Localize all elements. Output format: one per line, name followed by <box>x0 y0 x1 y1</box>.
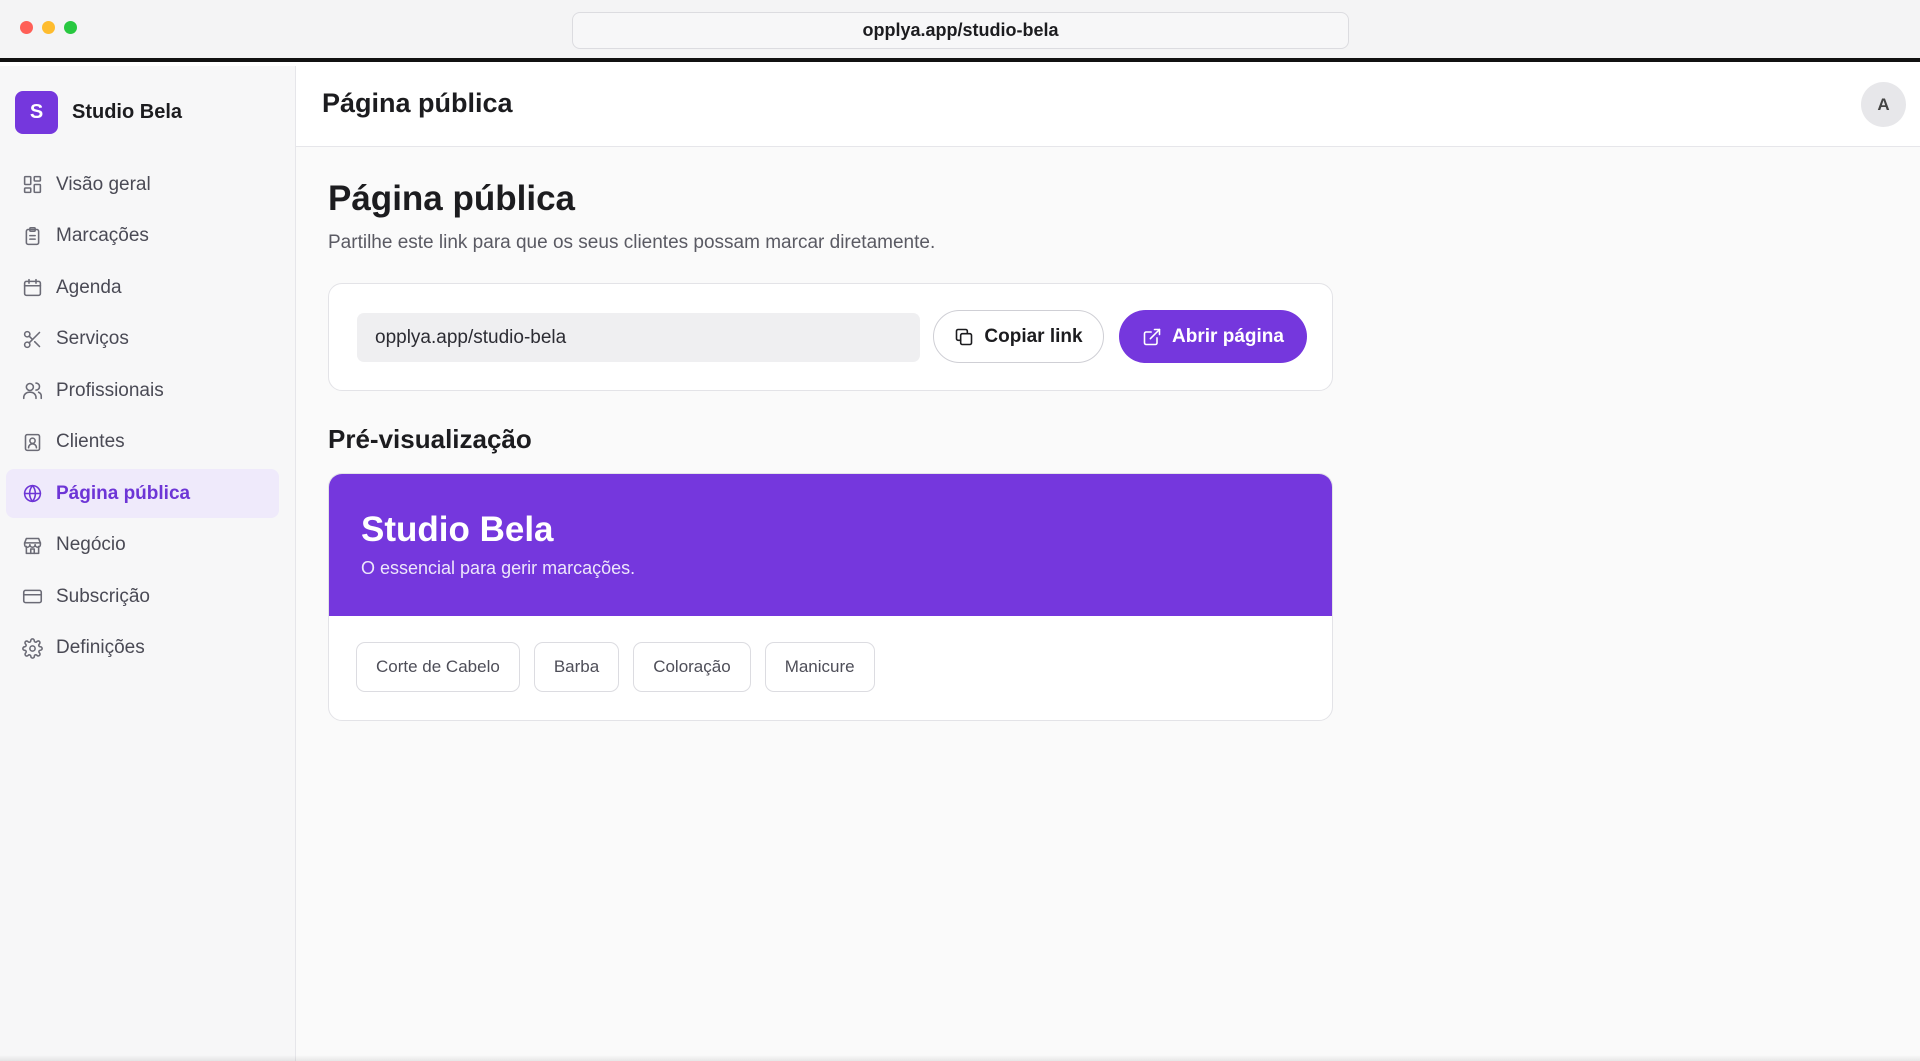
sidebar-item-marcacoes[interactable]: Marcações <box>6 212 279 261</box>
sidebar-item-label: Serviços <box>56 328 129 349</box>
open-page-button[interactable]: Abrir página <box>1119 310 1307 363</box>
sidebar-item-profissionais[interactable]: Profissionais <box>6 366 279 415</box>
sidebar: S Studio Bela Visão geral Marcações Agen… <box>0 66 296 1061</box>
window-controls <box>20 21 77 34</box>
preview-hero: Studio Bela O essencial para gerir marca… <box>329 474 1332 616</box>
globe-icon <box>21 483 43 505</box>
brand-name: Studio Bela <box>72 101 183 123</box>
sidebar-item-label: Marcações <box>56 225 149 246</box>
sidebar-item-servicos[interactable]: Serviços <box>6 315 279 364</box>
sidebar-item-label: Profissionais <box>56 379 164 401</box>
contact-card-icon <box>21 431 43 453</box>
service-chip[interactable]: Corte de Cabelo <box>356 642 520 692</box>
sidebar-item-negocio[interactable]: Negócio <box>6 521 279 570</box>
brand-logo: S <box>15 91 58 134</box>
external-link-icon <box>1143 328 1161 345</box>
sidebar-item-definicoes[interactable]: Definições <box>6 624 279 673</box>
credit-card-icon <box>21 586 43 608</box>
copy-icon <box>956 328 973 345</box>
users-icon <box>21 380 43 402</box>
public-link-card: Copiar link Abrir página <box>328 283 1333 391</box>
copy-link-label: Copiar link <box>984 325 1083 347</box>
sidebar-item-label: Página pública <box>56 482 191 504</box>
sidebar-item-pagina-publica[interactable]: Página pública <box>6 469 279 518</box>
main-heading: Página pública <box>328 179 575 218</box>
service-chip[interactable]: Coloração <box>633 642 751 692</box>
clipboard-icon <box>21 225 43 247</box>
brand[interactable]: S Studio Bela <box>15 91 182 134</box>
open-page-label: Abrir página <box>1172 325 1284 347</box>
page-title: Página pública <box>322 88 513 118</box>
preview-heading: Pré-visualização <box>328 424 532 454</box>
sidebar-item-label: Visão geral <box>56 173 151 195</box>
window-bottom-edge <box>0 1055 1920 1061</box>
avatar[interactable]: A <box>1861 82 1906 127</box>
topbar: Página pública A <box>296 66 1920 147</box>
service-chip[interactable]: Manicure <box>764 642 875 692</box>
close-window-button[interactable] <box>20 21 33 34</box>
dashboard-icon <box>21 174 43 196</box>
preview-card: Studio Bela O essencial para gerir marca… <box>328 473 1333 721</box>
sidebar-item-label: Clientes <box>56 431 125 452</box>
main-content: Página pública Partilhe este link para q… <box>296 147 1920 1061</box>
preview-tagline: O essencial para gerir marcações. <box>361 558 636 578</box>
public-link-field[interactable] <box>357 313 920 362</box>
address-bar[interactable]: opplya.app/studio-bela <box>572 12 1349 49</box>
copy-link-button[interactable]: Copiar link <box>933 310 1104 363</box>
sidebar-item-label: Agenda <box>56 276 122 298</box>
calendar-icon <box>21 277 43 299</box>
preview-business-name: Studio Bela <box>361 510 554 549</box>
browser-chrome: opplya.app/studio-bela <box>0 0 1920 62</box>
sidebar-item-agenda[interactable]: Agenda <box>6 263 279 312</box>
sidebar-item-label: Definições <box>56 637 145 658</box>
sidebar-item-clientes[interactable]: Clientes <box>6 418 279 467</box>
sidebar-item-label: Negócio <box>56 534 126 555</box>
address-bar-url: opplya.app/studio-bela <box>862 20 1059 40</box>
gear-icon <box>21 637 43 659</box>
main-subtitle: Partilhe este link para que os seus clie… <box>328 232 936 253</box>
service-chip[interactable]: Barba <box>533 642 620 692</box>
store-icon <box>21 534 43 556</box>
service-chips: Corte de Cabelo Barba Coloração Manicure <box>356 642 875 692</box>
scissors-icon <box>21 328 43 350</box>
sidebar-item-label: Subscrição <box>56 585 150 607</box>
minimize-window-button[interactable] <box>42 21 55 34</box>
sidebar-item-visao-geral[interactable]: Visão geral <box>6 160 279 209</box>
sidebar-item-subscricao[interactable]: Subscrição <box>6 572 279 621</box>
sidebar-nav: Visão geral Marcações Agenda Serviços Pr… <box>6 160 279 675</box>
maximize-window-button[interactable] <box>64 21 77 34</box>
